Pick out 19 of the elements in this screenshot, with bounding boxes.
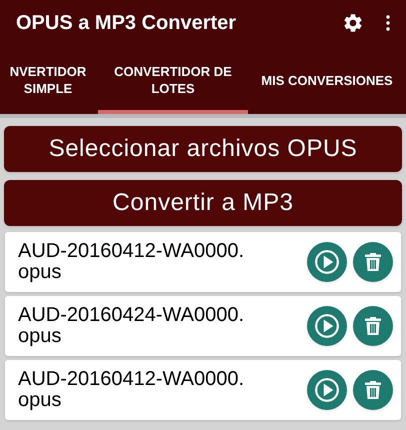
file-name: AUD-20160412-WA0000.opus [18,241,246,283]
play-icon [314,377,340,403]
tab[interactable]: NVERTIDOR SIMPLE [0,46,98,114]
settings-icon[interactable] [342,12,364,34]
delete-button[interactable] [353,306,393,346]
app-title: OPUS a MP3 Converter [16,11,238,36]
play-icon [314,313,340,339]
more-options-icon[interactable] [386,15,390,31]
play-button[interactable] [307,306,347,346]
action-button[interactable]: Seleccionar archivos OPUS [4,126,402,172]
play-button[interactable] [307,242,347,282]
delete-button[interactable] [353,370,393,410]
delete-button[interactable] [353,242,393,282]
play-icon [314,249,340,275]
action-button[interactable]: Convertir a MP3 [4,180,402,226]
tab[interactable]: MIS CONVERSIONES [248,46,406,114]
play-button[interactable] [307,370,347,410]
file-name: AUD-20160424-WA0000.opus [18,305,246,347]
file-name: AUD-20160412-WA0000.opus [18,369,246,411]
